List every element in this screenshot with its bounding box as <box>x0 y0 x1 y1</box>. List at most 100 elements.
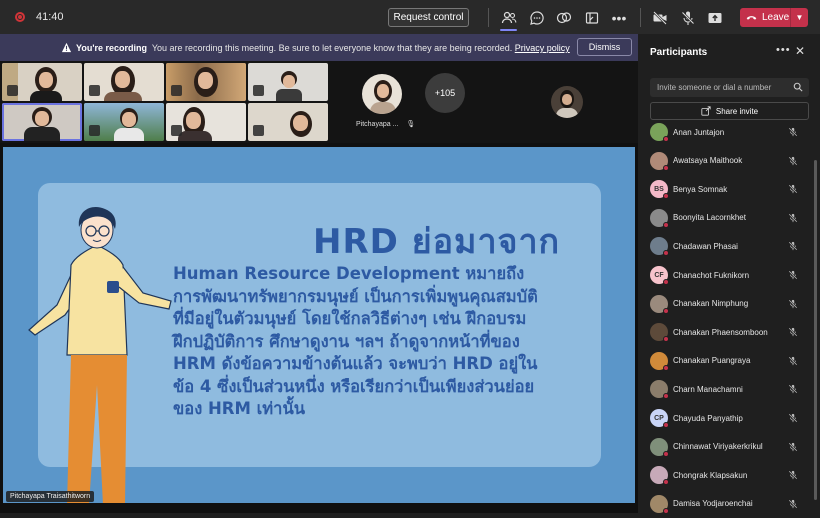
mic-muted-icon[interactable] <box>788 270 798 280</box>
status-badge <box>663 279 669 285</box>
dismiss-button[interactable]: Dismiss <box>577 38 632 56</box>
leave-button[interactable]: Leave ▼ <box>740 8 808 27</box>
participant-name: Boonyita Lacornkhet <box>673 213 746 223</box>
close-icon[interactable]: ✕ <box>795 44 805 58</box>
participant-video-tile[interactable] <box>84 103 164 141</box>
mic-muted-icon[interactable] <box>788 156 798 166</box>
participant-video-tile[interactable] <box>2 63 82 101</box>
panel-title: Participants <box>650 47 708 58</box>
more-participants-button[interactable]: +105 <box>425 73 465 113</box>
mic-muted-icon[interactable] <box>788 213 798 223</box>
toolbar-divider <box>640 8 641 27</box>
camera-off-icon[interactable] <box>650 8 670 28</box>
invite-input[interactable]: Invite someone or dial a number <box>650 78 809 97</box>
chat-icon[interactable] <box>527 8 547 28</box>
participant-list-item[interactable]: Damisa Yodjaroenchai <box>638 490 810 518</box>
participants-panel: Participants ••• ✕ Invite someone or dia… <box>638 34 820 514</box>
status-badge <box>663 450 669 457</box>
participant-list-item[interactable]: CF Chanachot Fuknikorn <box>638 261 810 289</box>
slide-line: HRM ดังข้อความข้างต้นแล้ว จะพบว่า HRD อย… <box>173 354 538 373</box>
participants-scrollbar[interactable] <box>814 160 817 500</box>
participant-video-tile[interactable] <box>248 103 328 141</box>
participant-video-tile[interactable] <box>248 63 328 101</box>
mic-muted-icon[interactable] <box>788 299 798 309</box>
mic-muted-icon[interactable] <box>788 499 798 509</box>
mic-muted-icon[interactable] <box>788 470 798 480</box>
warning-icon <box>61 42 72 53</box>
participant-list-item[interactable]: Chanakan Puangraya <box>638 347 810 375</box>
slide-line: ข้อ 4 ซึ่งเป็นส่วนหนึ่ง หรือเรียกว่าเป็น… <box>173 376 535 396</box>
presenter-name-tag: Pitchayapa Traisathitworn <box>6 491 95 502</box>
mic-muted-icon[interactable] <box>788 384 798 394</box>
invite-placeholder: Invite someone or dial a number <box>657 83 772 92</box>
status-badge <box>663 422 669 428</box>
participant-initials: CP <box>654 414 664 422</box>
people-icon[interactable] <box>499 8 519 28</box>
more-options-icon[interactable]: ••• <box>776 44 791 56</box>
participant-name: Damisa Yodjaroenchai <box>673 499 753 509</box>
recording-banner: You're recording You are recording this … <box>0 34 638 61</box>
participant-list-item[interactable]: Chinnawat Viriyakerkrikul <box>638 433 810 461</box>
shared-slide: HRD ย่อมาจาก Human Resource Development … <box>3 147 635 503</box>
slide-line: ที่มีอยู่ในตัวมนุษย์ โดยใช้กลวิธีต่างๆ เ… <box>173 309 527 328</box>
more-icon[interactable]: ••• <box>609 8 629 28</box>
mic-muted-icon <box>171 125 182 136</box>
banner-text: You're recording You are recording this … <box>76 43 570 53</box>
presenter-illustration <box>28 207 172 503</box>
participant-list-item[interactable]: Charn Manachamni <box>638 375 810 403</box>
mic-muted-icon <box>253 125 264 136</box>
participant-avatar <box>650 494 669 514</box>
participant-name: Chadawan Phasai <box>673 241 738 251</box>
mic-muted-icon[interactable] <box>788 327 798 337</box>
share-invite-icon <box>701 106 711 116</box>
participant-video-tile[interactable] <box>166 103 246 141</box>
participant-avatar[interactable] <box>551 86 583 118</box>
request-control-button[interactable]: Request control <box>388 8 469 27</box>
recording-indicator-icon <box>15 12 25 22</box>
slide-line: ฝึกปฏิบัติการ ศึกษาดูงาน ฯลฯ ถ้าดูจากหน้… <box>173 331 520 351</box>
participant-avatar[interactable] <box>362 74 402 114</box>
slide-line: ของ HRM เท่านั้น <box>173 399 306 418</box>
participant-list-item[interactable]: Chanakan Nimphung <box>638 290 810 318</box>
mic-muted-icon[interactable] <box>788 241 798 251</box>
mic-muted-icon[interactable] <box>788 356 798 366</box>
share-invite-label: Share invite <box>715 106 759 116</box>
participant-name: Benya Somnak <box>673 184 728 194</box>
mic-muted-icon <box>171 85 182 96</box>
search-icon <box>793 82 803 92</box>
participant-avatar <box>650 380 669 400</box>
privacy-policy-link[interactable]: Privacy policy <box>515 43 570 53</box>
participant-list-item[interactable]: Awatsaya Maithook <box>638 147 810 175</box>
participant-list-item[interactable]: CP Chayuda Panyathip <box>638 404 810 432</box>
participant-name: Chinnawat Viriyakerkrikul <box>673 442 763 452</box>
mic-muted-icon[interactable] <box>788 442 798 452</box>
participant-name: Anan Juntajon <box>673 127 725 137</box>
participant-video-tile[interactable] <box>2 103 82 141</box>
mic-muted-icon <box>7 85 18 96</box>
reactions-icon[interactable] <box>554 8 574 28</box>
participant-list-item[interactable]: Anan Juntajon <box>638 118 810 146</box>
chevron-down-icon[interactable]: ▼ <box>790 8 808 27</box>
participant-list-item[interactable]: BS Benya Somnak <box>638 175 810 203</box>
featured-participant-name: Pitchayapa ... 🎙︎ <box>356 120 415 128</box>
participant-list-item[interactable]: Boonyita Lacornkhet <box>638 204 810 232</box>
mic-muted-icon[interactable] <box>788 127 798 137</box>
participant-list-item[interactable]: Chanakan Phaensomboon <box>638 318 810 346</box>
participant-list-item[interactable]: Chongrak Klapsakun <box>638 461 810 489</box>
participant-video-tile[interactable] <box>84 63 164 101</box>
status-badge <box>663 136 669 142</box>
participant-name: Chanakan Nimphung <box>673 299 749 309</box>
participant-list-item[interactable]: Chadawan Phasai <box>638 232 810 260</box>
share-icon[interactable] <box>705 8 725 28</box>
mic-muted-icon[interactable] <box>788 184 798 194</box>
mic-muted-icon <box>253 85 264 96</box>
mic-muted-icon <box>89 85 100 96</box>
slide-line: การพัฒนาทรัพยากรมนุษย์ เป็นการเพิ่มพูนคุ… <box>173 286 538 306</box>
rooms-icon[interactable] <box>582 8 602 28</box>
participant-avatar <box>650 151 669 171</box>
participant-avatar: CF <box>650 266 669 285</box>
mic-muted-icon[interactable] <box>788 413 798 423</box>
status-badge <box>663 364 669 371</box>
mic-off-icon[interactable] <box>678 8 698 28</box>
participant-video-tile[interactable] <box>166 63 246 101</box>
